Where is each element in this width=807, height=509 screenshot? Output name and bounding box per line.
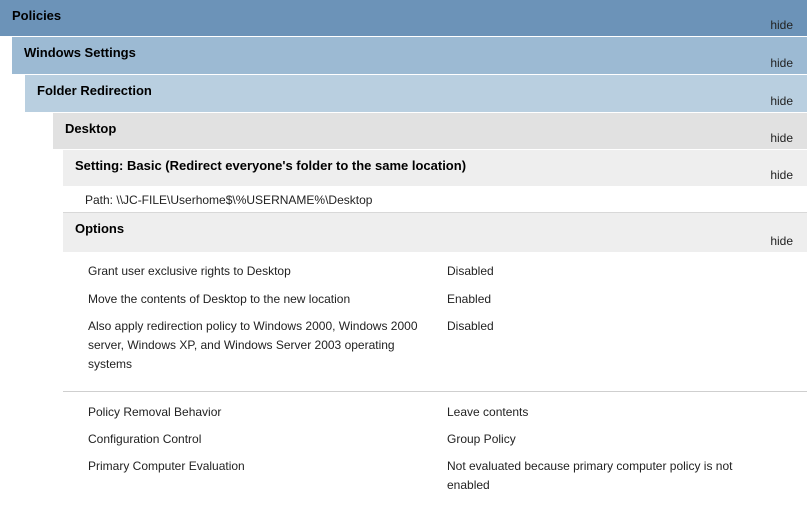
option-value: Disabled bbox=[447, 319, 494, 333]
section-header-windows-settings[interactable]: Windows Settings hide bbox=[12, 37, 807, 75]
section-header-folder-redirection[interactable]: Folder Redirection hide bbox=[25, 75, 807, 113]
hide-link-setting[interactable]: hide bbox=[770, 168, 793, 182]
hide-link-folder-redirection[interactable]: hide bbox=[770, 94, 793, 108]
section-header-policies[interactable]: Policies hide bbox=[0, 0, 807, 37]
behavior-value: Group Policy bbox=[447, 432, 516, 446]
hide-link-policies[interactable]: hide bbox=[770, 18, 793, 32]
option-label: Grant user exclusive rights to Desktop bbox=[88, 264, 291, 278]
hide-link-options[interactable]: hide bbox=[770, 234, 793, 248]
behavior-label: Configuration Control bbox=[88, 432, 202, 446]
option-label: Also apply redirection policy to Windows… bbox=[88, 319, 418, 371]
section-title-setting: Setting: Basic (Redirect everyone's fold… bbox=[75, 158, 467, 173]
section-title-options: Options bbox=[75, 221, 125, 236]
section-title-folder-redirection: Folder Redirection bbox=[37, 83, 152, 98]
option-value: Enabled bbox=[447, 292, 492, 306]
options-divider bbox=[63, 391, 807, 392]
section-title-desktop: Desktop bbox=[65, 121, 117, 136]
hide-link-desktop[interactable]: hide bbox=[770, 131, 793, 145]
section-header-options[interactable]: Options hide bbox=[63, 213, 807, 253]
behavior-label: Primary Computer Evaluation bbox=[88, 459, 245, 473]
option-value: Disabled bbox=[447, 264, 494, 278]
section-header-setting[interactable]: Setting: Basic (Redirect everyone's fold… bbox=[63, 150, 807, 187]
behavior-value: Leave contents bbox=[447, 405, 529, 419]
behavior-label: Policy Removal Behavior bbox=[88, 405, 222, 419]
section-header-desktop[interactable]: Desktop hide bbox=[53, 113, 807, 150]
path-text: Path: \\JC-FILE\Userhome$\%USERNAME%\Des… bbox=[85, 193, 373, 207]
behavior-value: Not evaluated because primary computer p… bbox=[447, 459, 733, 492]
behavior-table: Policy Removal Behavior Leave contents C… bbox=[63, 403, 807, 503]
section-title-windows-settings: Windows Settings bbox=[24, 45, 136, 60]
path-row: Path: \\JC-FILE\Userhome$\%USERNAME%\Des… bbox=[63, 187, 807, 213]
options-table: Grant user exclusive rights to Desktop D… bbox=[63, 262, 807, 382]
section-title-policies: Policies bbox=[12, 8, 62, 23]
option-label: Move the contents of Desktop to the new … bbox=[88, 292, 351, 306]
hide-link-windows-settings[interactable]: hide bbox=[770, 56, 793, 70]
